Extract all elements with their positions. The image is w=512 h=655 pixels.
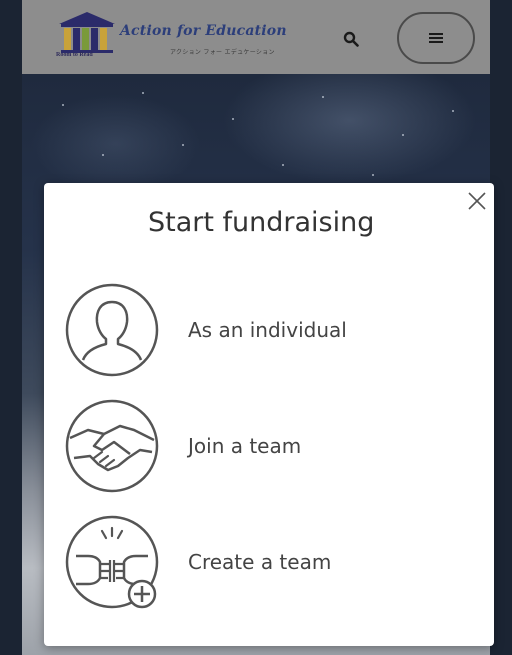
hamburger-menu-icon	[429, 29, 443, 48]
option-label-individual: As an individual	[188, 318, 347, 342]
modal-title: Start fundraising	[148, 207, 375, 238]
close-icon	[464, 192, 490, 218]
option-create-team[interactable]: Create a team	[44, 508, 494, 618]
search-button[interactable]	[336, 26, 366, 56]
handshake-icon	[64, 398, 160, 494]
search-icon	[343, 31, 359, 51]
logo-caption: Room to Read	[56, 52, 93, 58]
option-join-team[interactable]: Join a team	[44, 392, 494, 502]
site-header: Room to Read Action for Education アクション …	[22, 0, 490, 74]
option-individual[interactable]: As an individual	[44, 276, 494, 386]
menu-button[interactable]	[397, 12, 475, 64]
option-label-create-team: Create a team	[188, 550, 332, 574]
fist-bump-plus-icon	[64, 514, 160, 610]
brand-title[interactable]: Action for Education	[120, 23, 287, 39]
option-label-join-team: Join a team	[188, 434, 302, 458]
person-icon	[64, 282, 160, 378]
close-button[interactable]	[464, 188, 490, 214]
brand-subtitle: アクション フォー エデュケーション	[170, 49, 275, 56]
